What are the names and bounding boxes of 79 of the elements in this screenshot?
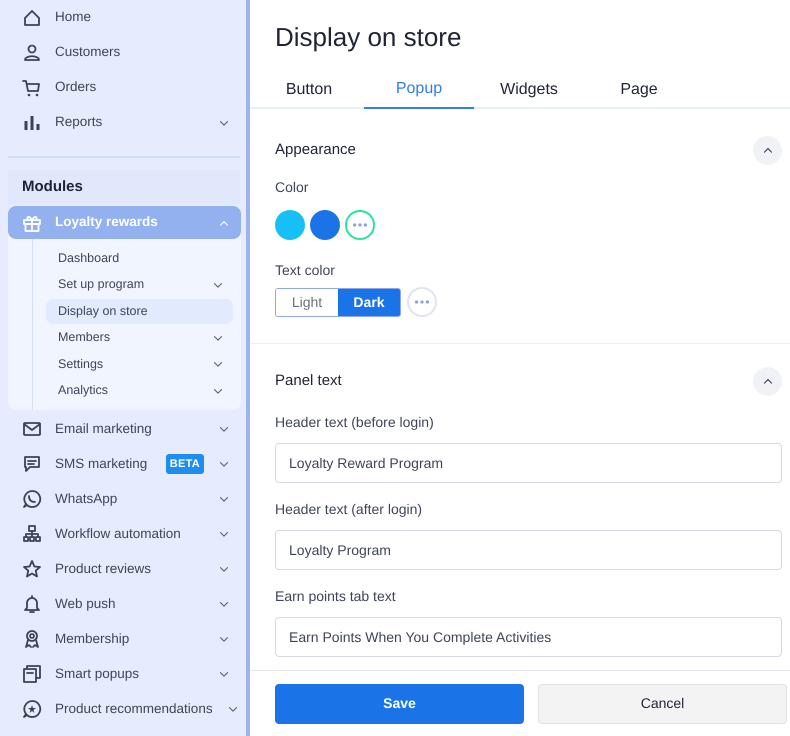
more-icon <box>353 223 367 227</box>
cancel-button[interactable]: Cancel <box>538 684 787 724</box>
nav-label: Email marketing <box>55 420 153 438</box>
nav-label: Workflow automation <box>55 524 182 543</box>
color-swatch[interactable] <box>275 210 305 240</box>
window-stack-icon <box>22 664 42 684</box>
more-icon <box>415 300 429 304</box>
nav-label: WhatsApp <box>55 490 118 508</box>
tab[interactable]: Popup <box>364 71 474 109</box>
nav-label: Web push <box>55 594 117 613</box>
phone-chat-icon <box>22 489 42 509</box>
text-field[interactable]: Loyalty Reward Program <box>275 443 782 483</box>
star-bubble-icon <box>22 699 42 719</box>
section-heading: Modules <box>8 170 240 204</box>
nav-label: Dashboard <box>58 250 120 267</box>
collapse-button[interactable] <box>753 366 782 396</box>
nav-item[interactable]: SMS marketing BETA <box>8 446 241 482</box>
nav-item[interactable]: Customers <box>8 35 241 70</box>
nav-label: Smart popups <box>55 664 140 683</box>
text-field[interactable]: Loyalty Program <box>275 530 782 570</box>
nav-item[interactable]: WhatsApp <box>8 482 241 516</box>
nav-label: Settings <box>58 356 104 373</box>
mail-icon <box>22 419 42 439</box>
tab[interactable]: Button <box>254 71 364 109</box>
nav-item[interactable]: Product recommendations <box>8 692 241 726</box>
nav-item[interactable]: Home <box>8 0 241 35</box>
nav-label: Product recommendations <box>55 700 213 718</box>
submenu-item[interactable]: Display on store <box>46 298 233 324</box>
person-icon <box>22 42 42 62</box>
field-label: Header text (after login) <box>275 500 424 519</box>
page-title: Display on store <box>275 21 462 54</box>
nav-item[interactable]: Membership <box>8 622 241 656</box>
nav-label: Membership <box>55 630 130 648</box>
nav-label: Orders <box>55 78 98 96</box>
star-icon <box>22 559 42 579</box>
field-label: Color <box>275 178 310 197</box>
field-label: Header text (before login) <box>275 413 435 432</box>
submenu-item[interactable]: Settings <box>46 352 233 376</box>
nav-label: Display on store <box>58 302 149 320</box>
nav-label: Analytics <box>58 382 110 400</box>
field-label: Text color <box>275 261 336 280</box>
beta-badge: BETA <box>166 454 204 474</box>
section-title: Appearance <box>275 140 356 160</box>
field-label: Earn points tab text <box>275 587 397 606</box>
medal-icon <box>22 629 42 649</box>
collapse-button[interactable] <box>753 136 782 164</box>
nav-item[interactable]: Reports <box>8 105 241 140</box>
nav-item[interactable]: Orders <box>8 70 241 105</box>
nav-label: Reports <box>55 113 104 132</box>
nav-item[interactable]: Product reviews <box>8 552 241 586</box>
submenu-item[interactable]: Set up program <box>46 272 233 297</box>
submenu-item[interactable]: Dashboard <box>46 246 233 270</box>
nav-item[interactable]: Web push <box>8 586 241 622</box>
nav-label: Home <box>55 8 92 26</box>
nav-label: Loyalty rewards <box>55 213 159 232</box>
nav-item[interactable]: Email marketing <box>8 412 241 446</box>
nav-item[interactable]: Smart popups <box>8 656 241 692</box>
nav-label: Product reviews <box>55 560 152 578</box>
more-colors-button[interactable] <box>407 287 437 317</box>
segment-option[interactable]: Dark <box>338 288 400 316</box>
more-colors-button[interactable] <box>345 210 375 240</box>
tab[interactable]: Page <box>584 71 694 109</box>
sitemap-icon <box>22 524 42 544</box>
text-field[interactable]: Earn Points When You Complete Activities <box>275 617 782 657</box>
chat-icon <box>22 454 42 474</box>
home-icon <box>22 8 42 28</box>
save-button[interactable]: Save <box>275 684 524 724</box>
nav-label: Set up program <box>58 276 146 294</box>
section-title: Panel text <box>275 370 342 391</box>
tab[interactable]: Widgets <box>474 71 584 109</box>
bell-icon <box>22 594 42 614</box>
color-swatch[interactable] <box>310 210 340 240</box>
nav-label: Members <box>58 329 112 346</box>
nav-label: Customers <box>55 43 122 62</box>
submenu-item[interactable]: Analytics <box>46 378 233 403</box>
submenu-item[interactable]: Members <box>46 325 233 350</box>
nav-item[interactable]: Workflow automation <box>8 516 241 552</box>
nav-label: SMS marketing <box>55 454 148 473</box>
cart-icon <box>22 78 42 98</box>
